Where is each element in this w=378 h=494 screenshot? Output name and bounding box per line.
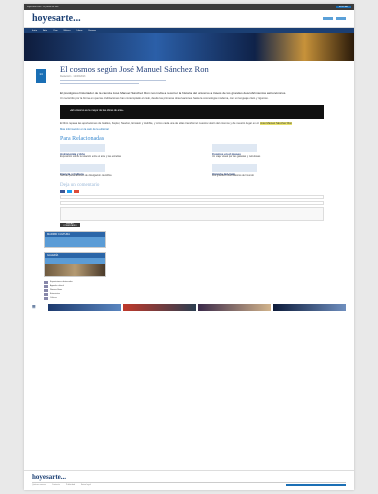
nav-item-3[interactable]: Música — [64, 30, 71, 32]
related-thumbnail — [212, 163, 257, 172]
footer-links: Quiénes somos Contacto Publicidad Aviso … — [32, 484, 346, 486]
related-heading: Para Relacionadas — [60, 136, 105, 143]
google-icon[interactable] — [74, 190, 79, 194]
list-item[interactable]: Exposiciones destacadas — [44, 281, 106, 285]
nav-item-2[interactable]: Cine — [53, 30, 58, 32]
list-item[interactable]: Entrevistas — [44, 293, 106, 297]
share-count: 14 — [39, 72, 43, 76]
site-logo[interactable]: hoyesarte... — [32, 13, 81, 24]
highlighted-name: José Manuel Sánchez Ron — [260, 122, 293, 126]
masthead: hoyesarte... — [24, 10, 354, 28]
facebook-icon[interactable] — [60, 190, 65, 194]
footer-link[interactable]: Contacto — [52, 484, 60, 486]
social-login-icons — [60, 190, 324, 194]
page: hoyesarte.com · el portal de arte BUSCAR… — [24, 4, 354, 490]
article-paragraph: El libro repasa las aportaciones de Gali… — [60, 122, 324, 126]
gallery-box[interactable]: GALERÍA — [44, 252, 106, 278]
paragraph-text: El libro repasa las aportaciones de Gali… — [60, 122, 260, 126]
topbar-text: hoyesarte.com · el portal de arte — [27, 6, 59, 8]
ad-box[interactable]: MADRID CULTURA — [44, 231, 106, 249]
comments-heading: Deja un comentario — [60, 183, 100, 189]
thumb-icon — [44, 297, 48, 301]
related-item[interactable]: Ciencia y Cultura Nuevas publicaciones d… — [60, 163, 172, 179]
divider — [60, 83, 140, 84]
nav-item-0[interactable]: Inicio — [32, 30, 37, 32]
comment-textarea[interactable] — [60, 207, 324, 222]
list-item-label: Exposiciones destacadas — [50, 281, 73, 284]
list-item-label: Agenda cultural — [50, 285, 64, 288]
thumb-icon — [44, 293, 48, 297]
related-grid: Astronomía y Arte Exposición sobre la re… — [60, 144, 324, 178]
footer: hoyesarte... Quiénes somos Contacto Publ… — [24, 470, 354, 490]
article-meta: Redacción · 12/09/2013 — [60, 75, 86, 78]
article-paragraph: Un recorrido por la forma en que las civ… — [60, 97, 269, 101]
featured-tile[interactable] — [198, 304, 271, 312]
featured-tile[interactable] — [123, 304, 196, 312]
nav-item-5[interactable]: Escena — [89, 30, 96, 32]
strip-logo: ☰ — [32, 304, 36, 310]
nav-item-4[interactable]: Libros — [77, 30, 83, 32]
footer-bar — [286, 484, 346, 486]
related-text: Los grandes observatorios del mundo — [212, 174, 254, 178]
list-item-label: Nuevos libros — [50, 289, 63, 292]
thumb-icon — [44, 285, 48, 289]
article-title: El cosmos según José Manuel Sánchez Ron — [60, 64, 209, 74]
footer-logo[interactable]: hoyesarte... — [32, 473, 346, 481]
quote-text: «El universo es la mayor de las obras de… — [70, 109, 124, 113]
subscribe-button[interactable] — [336, 17, 346, 20]
list-item-label: Entrevistas — [50, 293, 60, 296]
related-thumbnail — [60, 144, 105, 153]
article-lead: El prestigioso historiador de la ciencia… — [60, 91, 287, 95]
list-item[interactable]: Agenda cultural — [44, 285, 106, 289]
nav-item-1[interactable]: Arte — [43, 30, 47, 32]
thumb-icon — [44, 289, 48, 293]
featured-tile[interactable] — [273, 304, 346, 312]
gallery-photo — [45, 264, 105, 277]
twitter-icon[interactable] — [67, 190, 72, 194]
article: 14 El cosmos según José Manuel Sánchez R… — [24, 61, 354, 228]
related-text: Exposición sobre la relación entre el ar… — [60, 154, 122, 158]
ad-image — [45, 237, 105, 248]
quote-box: «El universo es la mayor de las obras de… — [60, 105, 324, 120]
featured-tile[interactable] — [48, 304, 121, 312]
related-text: Un viaje visual por las galaxias y nebul… — [212, 154, 261, 158]
footer-link[interactable]: Quiénes somos — [32, 484, 46, 486]
search-link[interactable]: BUSCAR — [335, 6, 351, 8]
sidebar-list: Exposiciones destacadas Agenda cultural … — [44, 281, 106, 301]
submit-comment-button[interactable]: ENVIAR COMENTARIO — [60, 223, 80, 228]
related-item[interactable]: Cosmos en el museo Un viaje visual por l… — [212, 144, 324, 159]
list-item[interactable]: Críticas — [44, 297, 106, 301]
footer-link[interactable]: Publicidad — [66, 484, 75, 486]
comments-section: Deja un comentario ENVIAR COMENTARIO — [60, 183, 324, 228]
thumb-icon — [44, 281, 48, 285]
featured-strip: ☰ — [24, 304, 354, 312]
related-thumbnail — [212, 144, 257, 153]
external-link[interactable]: Más información en la web de la editoria… — [60, 128, 109, 131]
footer-link[interactable]: Aviso legal — [81, 484, 91, 486]
divider — [60, 80, 166, 81]
related-text: Nuevas publicaciones de divulgación cien… — [60, 174, 112, 178]
share-box[interactable]: 14 — [36, 69, 46, 83]
name-field[interactable] — [60, 195, 324, 200]
email-field[interactable] — [60, 201, 324, 206]
hero-banner-image — [24, 33, 354, 61]
sidebar: MADRID CULTURA GALERÍA Exposiciones dest… — [24, 231, 354, 301]
list-item-label: Críticas — [50, 297, 57, 300]
list-item[interactable]: Nuevos libros — [44, 289, 106, 293]
related-thumbnail — [60, 163, 105, 172]
related-item[interactable]: Historia del cielo Los grandes observato… — [212, 163, 324, 179]
related-item[interactable]: Astronomía y Arte Exposición sobre la re… — [60, 144, 172, 159]
login-button[interactable] — [323, 17, 333, 20]
